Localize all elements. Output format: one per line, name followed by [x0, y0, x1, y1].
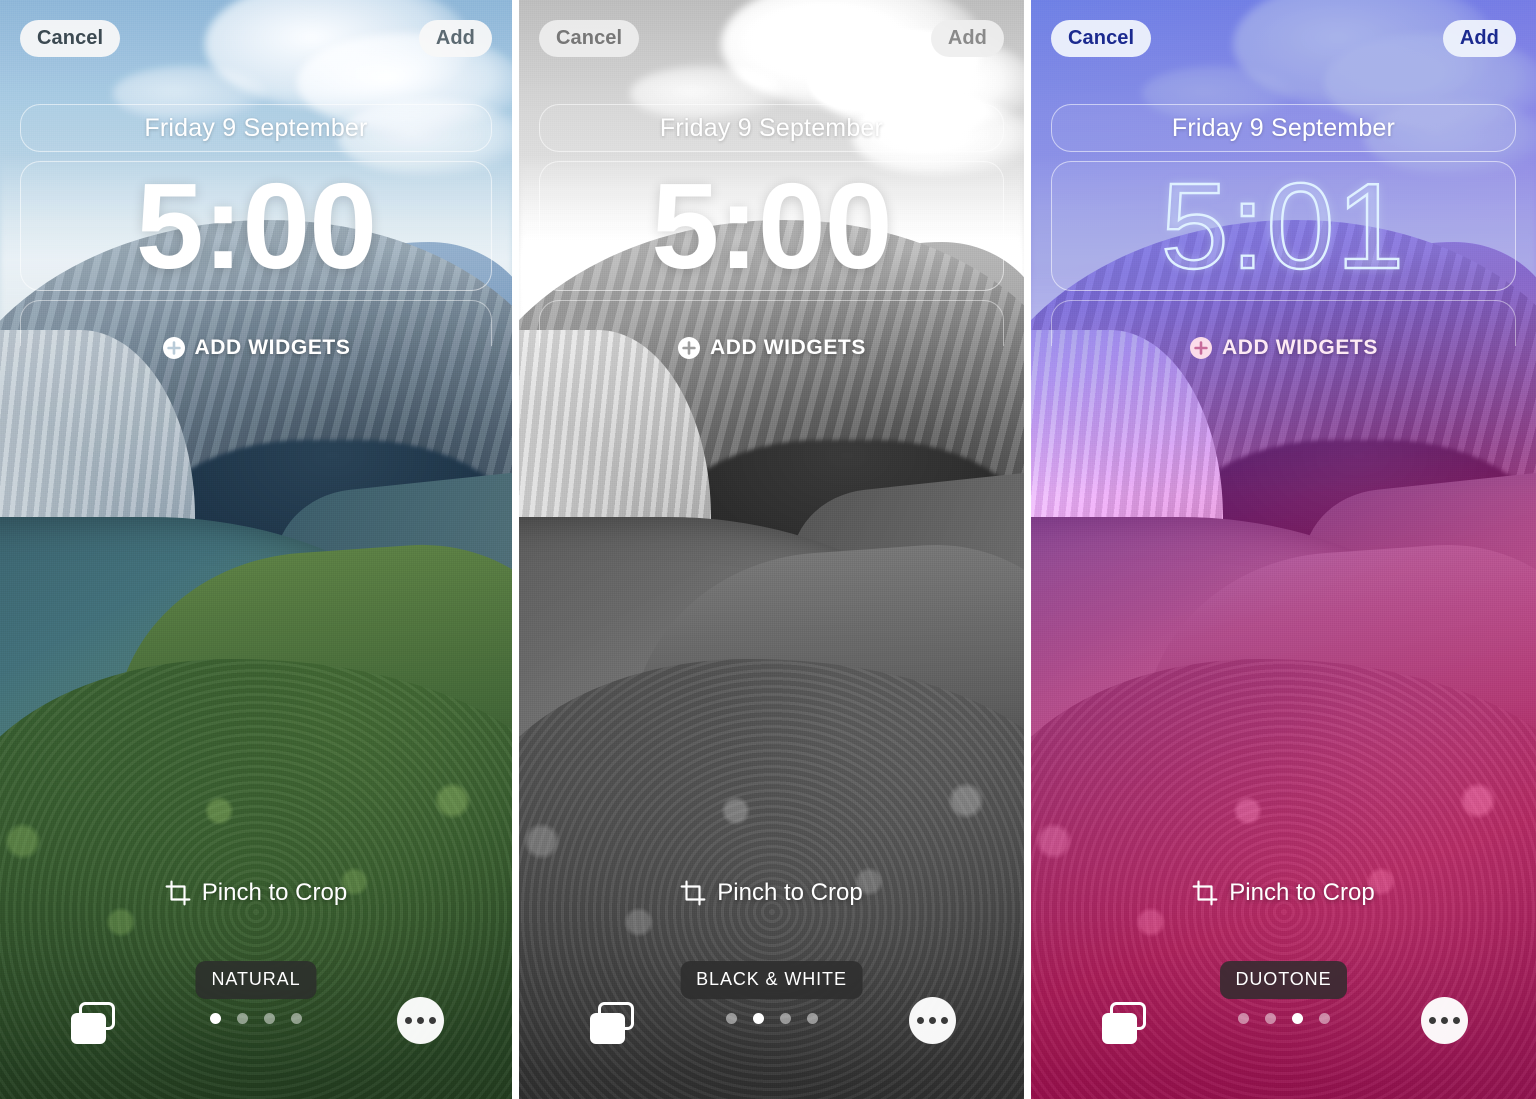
pinch-to-crop-label: Pinch to Crop — [1229, 879, 1375, 906]
clock-label: 5:00 — [651, 161, 892, 291]
date-label: Friday 9 September — [659, 113, 884, 142]
style-badge[interactable]: DUOTONE — [1219, 961, 1348, 999]
pinch-to-crop-hint: Pinch to Crop — [1031, 879, 1536, 907]
more-dot-2 — [929, 1017, 936, 1024]
more-dot-1 — [1429, 1017, 1436, 1024]
clock-label: 5:00 — [135, 161, 377, 291]
photo-library-icon[interactable] — [68, 1000, 124, 1048]
plus-circle-icon — [162, 337, 185, 359]
cancel-button[interactable]: Cancel — [539, 20, 640, 57]
clock-widget[interactable]: 5:01 — [1051, 161, 1516, 291]
add-widgets-button[interactable]: ADD WIDGETS — [1031, 336, 1536, 360]
bottom-toolbar — [1031, 997, 1536, 1054]
pinch-to-crop-label: Pinch to Crop — [201, 879, 348, 906]
page-dot-4[interactable] — [806, 1013, 818, 1024]
crop-icon — [1192, 880, 1218, 906]
page-dot-3[interactable] — [1291, 1013, 1303, 1024]
add-widgets-label: ADD WIDGETS — [194, 336, 351, 359]
more-options-button[interactable] — [909, 997, 956, 1044]
page-indicator — [725, 1013, 818, 1024]
add-widgets-button[interactable]: ADD WIDGETS — [519, 336, 1024, 360]
date-label: Friday 9 September — [1171, 113, 1396, 142]
top-bar: Cancel Add — [1051, 20, 1516, 57]
page-indicator — [210, 1013, 302, 1024]
lock-screen-preview-black-and-white: Cancel Add Friday 9 September 5:00 ADD W… — [512, 0, 1024, 1099]
bottom-toolbar — [519, 997, 1024, 1054]
add-widgets-button[interactable]: ADD WIDGETS — [0, 336, 512, 360]
page-dot-2[interactable] — [1264, 1013, 1276, 1024]
pinch-to-crop-hint: Pinch to Crop — [0, 879, 512, 907]
add-button[interactable]: Add — [1442, 20, 1516, 57]
more-options-button[interactable] — [1421, 997, 1468, 1044]
top-bar: Cancel Add — [20, 20, 492, 57]
add-widgets-label: ADD WIDGETS — [710, 336, 866, 359]
clock-widget[interactable]: 5:00 — [539, 161, 1004, 291]
more-dot-1 — [917, 1017, 924, 1024]
add-button[interactable]: Add — [418, 20, 492, 57]
more-dot-1 — [405, 1017, 412, 1024]
style-badge[interactable]: NATURAL — [195, 961, 317, 999]
widget-stack: Friday 9 September 5:00 — [20, 104, 492, 346]
page-dot-3[interactable] — [264, 1013, 275, 1024]
page-dot-1[interactable] — [210, 1013, 221, 1024]
clock-label: 5:01 — [1160, 161, 1407, 291]
date-widget[interactable]: Friday 9 September — [20, 104, 492, 152]
page-dot-2[interactable] — [237, 1013, 248, 1024]
date-widget[interactable]: Friday 9 September — [539, 104, 1004, 152]
bottom-toolbar — [0, 997, 512, 1054]
plus-circle-icon — [1190, 337, 1213, 359]
add-button[interactable]: Add — [930, 20, 1004, 57]
crop-icon — [680, 880, 706, 906]
page-dot-4[interactable] — [1318, 1013, 1330, 1024]
clock-widget[interactable]: 5:00 — [20, 161, 492, 291]
date-widget[interactable]: Friday 9 September — [1051, 104, 1516, 152]
more-options-button[interactable] — [397, 997, 444, 1044]
crop-icon — [165, 880, 191, 906]
more-dot-2 — [1441, 1017, 1448, 1024]
page-indicator — [1237, 1013, 1330, 1024]
lock-screen-preview-natural: Cancel Add Friday 9 September 5:00 ADD W… — [0, 0, 512, 1099]
style-badge[interactable]: BLACK & WHITE — [680, 961, 863, 999]
pinch-to-crop-hint: Pinch to Crop — [519, 879, 1024, 907]
photo-library-icon[interactable] — [1099, 1000, 1155, 1048]
pinch-to-crop-label: Pinch to Crop — [717, 879, 863, 906]
top-bar: Cancel Add — [539, 20, 1004, 57]
more-dot-3 — [941, 1017, 948, 1024]
add-widgets-label: ADD WIDGETS — [1222, 336, 1378, 359]
page-dot-1[interactable] — [725, 1013, 737, 1024]
more-dot-3 — [1453, 1017, 1460, 1024]
page-dot-1[interactable] — [1237, 1013, 1249, 1024]
plus-circle-icon — [678, 337, 701, 359]
photo-library-icon[interactable] — [587, 1000, 643, 1048]
widget-stack: Friday 9 September 5:00 — [539, 104, 1004, 346]
page-dot-3[interactable] — [779, 1013, 791, 1024]
wallpaper-style-comparison: Cancel Add Friday 9 September 5:00 ADD W… — [0, 0, 1536, 1099]
lock-screen-preview-duotone: Cancel Add Friday 9 September 5:01 ADD W… — [1024, 0, 1536, 1099]
cancel-button[interactable]: Cancel — [20, 20, 121, 57]
page-dot-4[interactable] — [291, 1013, 302, 1024]
widget-stack: Friday 9 September 5:01 — [1051, 104, 1516, 346]
date-label: Friday 9 September — [144, 113, 368, 142]
more-dot-3 — [429, 1017, 436, 1024]
more-dot-2 — [417, 1017, 424, 1024]
cancel-button[interactable]: Cancel — [1051, 20, 1152, 57]
page-dot-2[interactable] — [752, 1013, 764, 1024]
